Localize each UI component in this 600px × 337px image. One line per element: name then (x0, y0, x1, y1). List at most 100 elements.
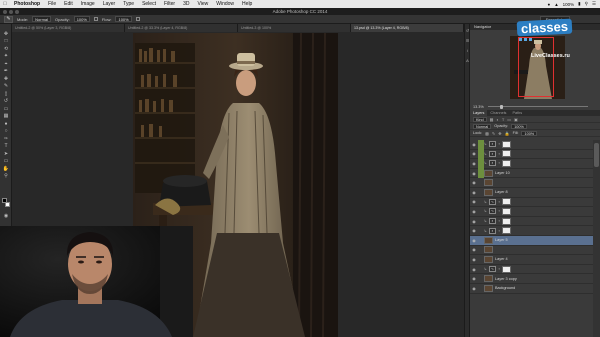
visibility-eye-icon[interactable]: ◉ (470, 247, 478, 252)
marquee-tool-icon[interactable]: □ (0, 38, 12, 46)
lasso-tool-icon[interactable]: ⟲ (0, 45, 12, 53)
visibility-eye-icon[interactable]: ◉ (470, 286, 478, 291)
curves-adjustment-icon[interactable]: ∿ (489, 208, 496, 215)
lock-position-icon[interactable]: ✥ (498, 131, 501, 136)
layer-row[interactable]: ◉ Layer 3 copy (470, 274, 594, 284)
layer-name[interactable]: Background (495, 286, 515, 290)
type-filter-icon[interactable]: T (502, 117, 504, 122)
eraser-tool-icon[interactable]: ▭ (0, 105, 12, 113)
layers-scrollbar[interactable] (593, 140, 600, 337)
mode-select[interactable]: Normal (32, 16, 52, 22)
doc-tab[interactable]: Untitled-3 @ 100% (238, 24, 351, 32)
move-tool-icon[interactable]: ✥ (0, 30, 12, 38)
layer-name[interactable]: Layer 3 copy (495, 277, 517, 281)
pen-tool-icon[interactable]: ✑ (0, 135, 12, 143)
layer-row[interactable]: ◉ ↳ ∿ ⚭ (470, 265, 594, 275)
visibility-eye-icon[interactable]: ◉ (470, 238, 478, 243)
zoom-tool-icon[interactable]: ⚲ (0, 173, 12, 181)
adjustment-layer-icon[interactable]: ◐ (489, 141, 496, 148)
gradient-tool-icon[interactable]: ▦ (0, 113, 12, 121)
menu-select[interactable]: Select (138, 0, 160, 8)
doc-tab[interactable]: Untitled-2 @ 33.3% (Layer 4, RGB/8) (125, 24, 238, 32)
menu-view[interactable]: View (194, 0, 213, 8)
mask-link-icon[interactable]: ⚭ (498, 200, 501, 204)
visibility-eye-icon[interactable]: ◉ (470, 228, 478, 233)
layer-row[interactable]: ◉ ↳ ◐ ⚭ (470, 139, 594, 150)
layer-row[interactable]: ◉ ↳ ◐ ⚭ (470, 158, 594, 169)
tab-layers[interactable]: Layers (470, 110, 488, 116)
layer-thumbnail[interactable] (484, 255, 493, 263)
visibility-eye-icon[interactable]: ◉ (470, 161, 478, 166)
mask-link-icon[interactable]: ⚭ (498, 229, 501, 233)
history-brush-tool-icon[interactable]: ↺ (0, 98, 12, 106)
layer-name[interactable]: Layer 8 (495, 190, 508, 194)
layer-mask-thumbnail[interactable] (501, 265, 511, 273)
layer-row[interactable]: ◉ ↳ ◐ ⚭ (470, 149, 594, 160)
path-select-tool-icon[interactable]: ➤ (0, 150, 12, 158)
layer-row[interactable]: ◉ ↳ ◐ ⚭ (470, 217, 594, 227)
layer-row[interactable]: ◉ ↳ ∿ ⚭ (470, 207, 594, 217)
quick-select-tool-icon[interactable]: ✦ (0, 53, 12, 61)
layer-thumbnail[interactable] (484, 284, 493, 292)
visibility-eye-icon[interactable]: ◉ (470, 199, 478, 204)
visibility-eye-icon[interactable]: ◉ (470, 276, 478, 281)
visibility-eye-icon[interactable]: ◉ (470, 171, 478, 176)
layer-mask-thumbnail[interactable] (501, 198, 511, 206)
navigator-zoom[interactable]: 13.3% (473, 105, 484, 109)
visibility-eye-icon[interactable]: ◉ (470, 219, 478, 224)
hand-tool-icon[interactable]: ✋ (0, 165, 12, 173)
background-color-swatch[interactable] (5, 202, 10, 207)
layer-mask-thumbnail[interactable] (501, 227, 511, 235)
mask-link-icon[interactable]: ⚭ (498, 209, 501, 213)
layer-row[interactable]: ◉ Background (470, 284, 594, 294)
layer-row[interactable]: ◉ Layer 10 (470, 168, 594, 179)
wifi-icon[interactable]: ● (547, 2, 550, 7)
navigator-zoom-slider[interactable] (488, 106, 588, 107)
layer-thumbnail[interactable] (484, 188, 493, 196)
blur-tool-icon[interactable]: ● (0, 120, 12, 128)
menu-help[interactable]: Help (238, 0, 256, 8)
crop-tool-icon[interactable]: ⌖ (0, 60, 12, 68)
layer-opacity-field[interactable]: 100% (511, 123, 527, 129)
layer-thumbnail[interactable] (484, 275, 493, 283)
battery-icon[interactable]: ▮ (578, 1, 580, 7)
volume-icon[interactable]: ▲ (554, 2, 558, 7)
airbrush-toggle[interactable] (135, 17, 140, 21)
layer-row[interactable]: ◉ Layer 4 (470, 255, 594, 265)
pixel-filter-icon[interactable]: ▩ (490, 117, 494, 122)
mask-link-icon[interactable]: ⚭ (498, 219, 501, 223)
layer-row-selected[interactable]: ◉ Layer 5 (470, 235, 594, 246)
menu-image[interactable]: Image (77, 0, 99, 8)
tab-paths[interactable]: Paths (509, 110, 525, 116)
layer-row[interactable]: ◉ ↳ ∿ ⚭ (470, 198, 594, 208)
layer-thumbnail[interactable] (484, 246, 493, 254)
brush-preset-icon[interactable]: ✎ (4, 15, 13, 23)
adjustment-layer-icon[interactable]: ◐ (489, 160, 496, 167)
menu-window[interactable]: Window (212, 0, 238, 8)
visibility-eye-icon[interactable]: ◉ (470, 267, 478, 272)
layer-thumbnail[interactable] (484, 236, 493, 244)
visibility-eye-icon[interactable]: ◉ (470, 257, 478, 262)
layer-thumbnail[interactable] (484, 179, 493, 187)
layer-name[interactable]: Layer 4 (495, 257, 508, 261)
layer-kind-filter[interactable]: Kind (473, 116, 487, 122)
curves-adjustment-icon[interactable]: ∿ (489, 266, 496, 273)
adjustment-layer-icon[interactable]: ◐ (489, 227, 496, 234)
visibility-eye-icon[interactable]: ◉ (470, 180, 478, 185)
layer-name[interactable]: Layer 5 (495, 238, 508, 242)
layer-row[interactable]: ◉ Layer 8 (470, 188, 594, 198)
adjustment-layer-icon[interactable]: ◐ (489, 150, 496, 157)
lock-all-icon[interactable]: 🔒 (505, 131, 510, 136)
notification-icon[interactable]: ☰ (592, 1, 596, 7)
layer-row[interactable]: ◉ (470, 178, 594, 188)
doc-tab[interactable]: Untitled-2 @ 50% (Layer 3, RGB/8) (12, 24, 125, 32)
layer-row[interactable]: ◉ (470, 246, 594, 256)
visibility-eye-icon[interactable]: ◉ (470, 151, 478, 156)
layer-name[interactable]: Layer 10 (495, 171, 510, 175)
layers-scroll-thumb[interactable] (594, 143, 599, 167)
doc-tab-active[interactable]: 13.psd @ 13.3% (Layer 4, RGB/8) (351, 24, 464, 32)
mask-link-icon[interactable]: ⚭ (498, 142, 501, 146)
menu-layer[interactable]: Layer (99, 0, 120, 8)
menu-filter[interactable]: Filter (160, 0, 179, 8)
layer-mask-thumbnail[interactable] (501, 159, 511, 167)
